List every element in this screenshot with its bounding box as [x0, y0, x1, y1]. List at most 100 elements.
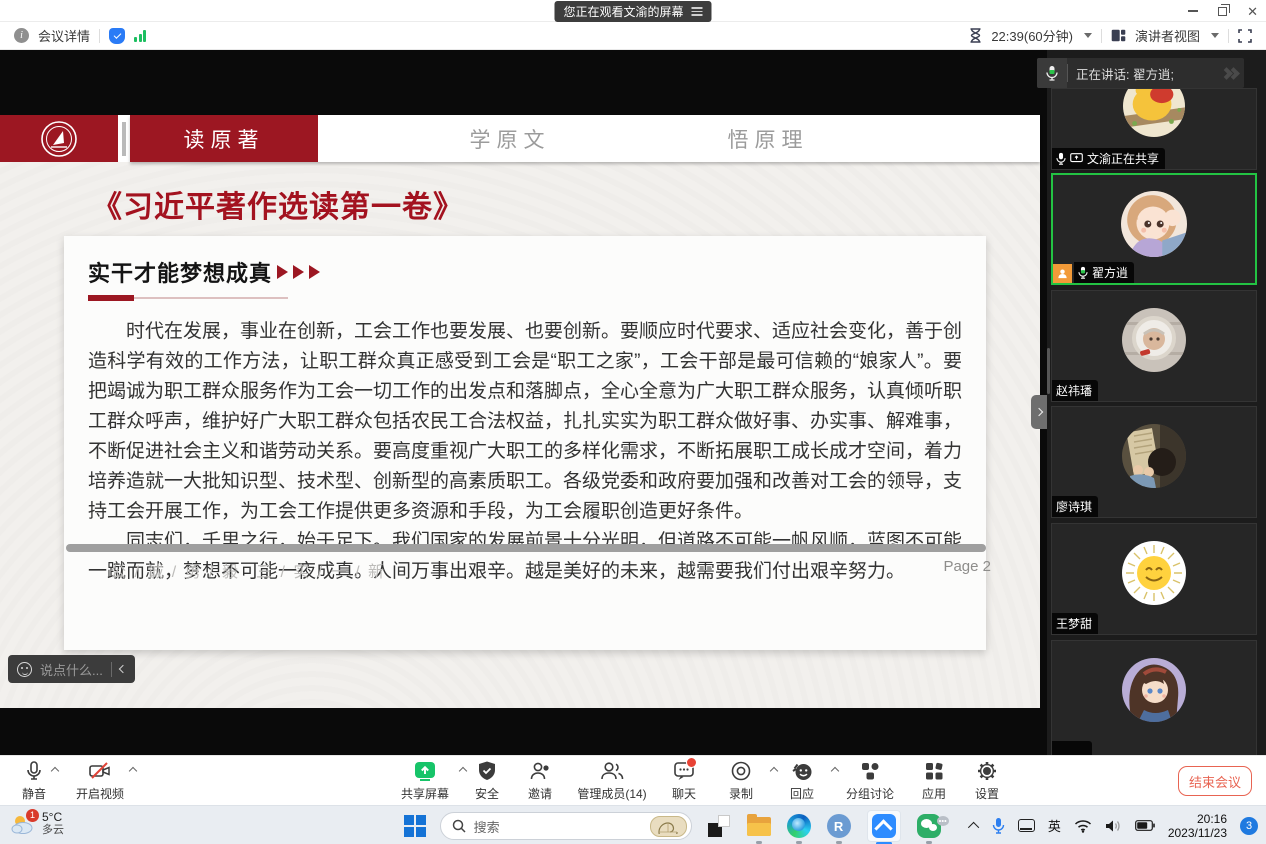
record-icon: [730, 760, 752, 782]
avatar: [1122, 308, 1186, 372]
triangle-icon: [309, 265, 320, 279]
windows-taskbar: 1 5°C 多云 搜索 R: [0, 805, 1266, 844]
collapse-chat-icon[interactable]: [119, 665, 127, 673]
tab-understand-principle[interactable]: 悟原理: [678, 115, 858, 162]
participant-name-tag: 文渝正在共享: [1052, 148, 1165, 169]
watermark-chevrons-icon: [1224, 69, 1238, 78]
mute-button[interactable]: 静音: [22, 760, 46, 802]
tray-touchpad-icon[interactable]: [1018, 819, 1035, 832]
start-video-button[interactable]: 开启视频: [76, 760, 124, 802]
share-screen-button[interactable]: 共享屏幕: [396, 760, 454, 802]
watching-screen-banner[interactable]: 您正在观看文渝的屏幕: [554, 1, 711, 22]
layout-view-icon: [1111, 29, 1126, 42]
invite-button[interactable]: 邀请: [520, 760, 560, 802]
gear-icon: [976, 760, 998, 782]
taskbar-file-explorer[interactable]: [746, 811, 772, 841]
tray-wifi-icon[interactable]: [1074, 819, 1092, 833]
start-button[interactable]: [404, 815, 426, 837]
reaction-smiley-icon: [791, 760, 814, 782]
slide-title: 《习近平著作选读第一卷》: [92, 182, 464, 226]
react-options-caret[interactable]: [831, 767, 839, 775]
sidebar-expand-handle[interactable]: [1031, 395, 1047, 429]
active-speaker-bar: 正在讲话: 翟方逍;: [1037, 58, 1244, 88]
taskbar-app-snip[interactable]: [706, 811, 732, 841]
tray-mic-icon[interactable]: [992, 817, 1005, 835]
apps-button[interactable]: 应用: [914, 760, 954, 802]
settings-button[interactable]: 设置: [967, 760, 1007, 802]
participant-tile[interactable]: 文渝正在共享: [1051, 88, 1257, 170]
minimize-button[interactable]: [1188, 10, 1198, 12]
view-mode-label[interactable]: 演讲者视图: [1135, 26, 1200, 45]
participant-tile[interactable]: 赵祎璠: [1051, 290, 1257, 402]
search-placeholder: 搜索: [474, 817, 642, 836]
avatar: [1121, 191, 1187, 257]
shared-screen: 读原著 学原文 悟原理 《习近平著作选读第一卷》 实干才能梦想成真 时代在发展，…: [0, 50, 1047, 755]
security-button[interactable]: 安全: [467, 760, 507, 802]
meeting-toolbar: 静音 开启视频 共享屏幕 安全 邀请: [0, 755, 1266, 805]
avatar: [1123, 88, 1185, 137]
timer-dropdown-icon[interactable]: [1084, 33, 1092, 38]
end-meeting-button[interactable]: 结束会议: [1178, 766, 1252, 796]
participant-tile[interactable]: 廖诗琪: [1051, 406, 1257, 518]
banner-menu-icon[interactable]: [692, 5, 703, 18]
record-options-caret[interactable]: [770, 767, 778, 775]
taskbar-search[interactable]: 搜索: [440, 812, 692, 840]
tray-volume-icon[interactable]: [1105, 819, 1122, 833]
slide-watermark: 公 / 诚 / 勇 / 毅 三 / 实 / 一 / 新: [110, 558, 386, 582]
speaker-mic-icon: [1037, 58, 1067, 88]
security-shield-icon[interactable]: [109, 28, 125, 44]
taskbar-app-r[interactable]: R: [826, 811, 852, 841]
participant-name-tag: 廖诗琪: [1052, 496, 1098, 517]
info-icon: i: [14, 28, 29, 43]
view-dropdown-icon[interactable]: [1211, 33, 1219, 38]
apps-grid-icon: [923, 760, 945, 782]
tray-clock[interactable]: 20:16 2023/11/23: [1168, 812, 1227, 840]
close-button[interactable]: ✕: [1247, 5, 1258, 18]
search-icon: [452, 819, 466, 833]
host-badge-icon: [1053, 264, 1072, 283]
chat-unread-badge: [686, 757, 697, 768]
title-bar: 您正在观看文渝的屏幕 ✕: [0, 0, 1266, 22]
chat-input-placeholder[interactable]: 说点什么...: [40, 660, 103, 679]
screen-share-icon: [1070, 153, 1083, 164]
paragraph-1: 时代在发展，事业在创新，工会工作也要发展、也要创新。要顺应时代要求、适应社会变化…: [88, 317, 962, 527]
tray-battery-icon[interactable]: [1135, 820, 1155, 831]
participant-tile[interactable]: [1051, 640, 1257, 755]
chat-button[interactable]: 聊天: [664, 760, 704, 802]
notification-badge[interactable]: 3: [1240, 817, 1258, 835]
breakout-rooms-button[interactable]: 分组讨论: [839, 760, 901, 802]
emoji-icon[interactable]: [17, 662, 32, 677]
taskbar-weather-widget[interactable]: 1 5°C 多云: [10, 810, 64, 837]
share-options-caret[interactable]: [459, 767, 467, 775]
page-number: Page 2: [943, 558, 991, 575]
sidebar-scrollbar[interactable]: [1047, 348, 1050, 394]
restore-button[interactable]: [1218, 7, 1227, 16]
record-button[interactable]: 录制: [717, 760, 765, 802]
tab-study-text[interactable]: 学原文: [420, 115, 600, 162]
mic-options-caret[interactable]: [51, 767, 59, 775]
tray-date: 2023/11/23: [1168, 826, 1227, 840]
tray-expand-icon[interactable]: [968, 821, 979, 832]
participant-name-tag: [1052, 741, 1092, 755]
taskbar-meeting-app-active[interactable]: [866, 811, 902, 841]
search-daily-image[interactable]: [650, 816, 687, 837]
taskbar-wechat[interactable]: [916, 811, 942, 841]
school-emblem: [0, 115, 118, 162]
tray-language[interactable]: 英: [1048, 816, 1061, 835]
participant-tile-active[interactable]: 翟方逍: [1051, 173, 1257, 285]
manage-members-button[interactable]: 管理成员(14): [573, 760, 651, 802]
emblem-icon: [39, 119, 79, 159]
document-scrollbar[interactable]: [66, 544, 986, 552]
quick-chat-bar[interactable]: 说点什么...: [8, 655, 135, 683]
tab-read-original[interactable]: 读原著: [130, 115, 318, 162]
taskbar-edge-browser[interactable]: [786, 811, 812, 841]
meeting-menu-bar: i 会议详情 22:39(60分钟) 演讲者视图: [0, 22, 1266, 50]
fullscreen-icon[interactable]: [1238, 29, 1252, 43]
video-options-caret[interactable]: [129, 767, 137, 775]
react-button[interactable]: 回应: [778, 760, 826, 802]
meeting-details-link[interactable]: 会议详情: [38, 26, 90, 45]
mic-icon: [1056, 152, 1066, 165]
network-signal-icon[interactable]: [134, 30, 146, 42]
participant-tile[interactable]: 王梦甜: [1051, 523, 1257, 635]
meeting-window: 您正在观看文渝的屏幕 ✕ i 会议详情 22:39(60分钟) 演讲者视图: [0, 0, 1266, 844]
